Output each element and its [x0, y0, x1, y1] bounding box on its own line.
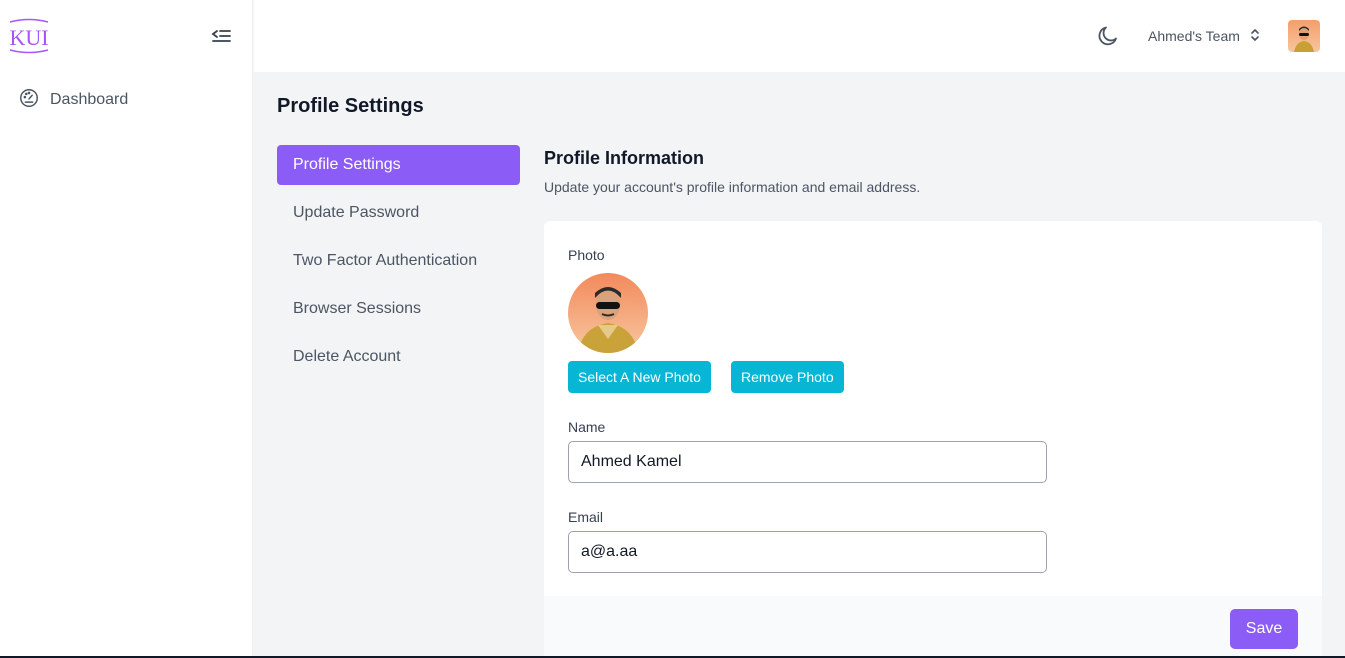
sidebar: KUI Dashboard [0, 0, 253, 658]
dark-mode-toggle-icon[interactable] [1096, 24, 1120, 48]
email-field[interactable] [568, 531, 1047, 573]
top-bar: Ahmed's Team [254, 0, 1345, 72]
collapse-sidebar-icon[interactable] [209, 24, 233, 48]
page-title: Profile Settings [277, 95, 424, 117]
settings-nav-browser-sessions[interactable]: Browser Sessions [277, 289, 520, 329]
settings-nav-update-password[interactable]: Update Password [277, 193, 520, 233]
chevron-up-down-icon [1250, 28, 1260, 45]
card-footer: Save [544, 596, 1322, 658]
settings-nav-delete-account[interactable]: Delete Account [277, 337, 520, 377]
user-avatar[interactable] [1288, 20, 1320, 52]
section-title: Profile Information [544, 148, 705, 168]
settings-nav-profile-settings[interactable]: Profile Settings [277, 145, 520, 185]
sidebar-item-label: Dashboard [50, 91, 129, 108]
select-new-photo-button[interactable]: Select A New Photo [568, 361, 711, 393]
name-label: Name [568, 419, 606, 435]
profile-form-card: Photo Select A New Photo Remove Photo Na… [544, 221, 1322, 658]
gauge-icon [18, 87, 40, 114]
remove-photo-button[interactable]: Remove Photo [731, 361, 844, 393]
team-name: Ahmed's Team [1148, 28, 1240, 44]
profile-photo [568, 273, 648, 353]
name-field[interactable] [568, 441, 1047, 483]
team-switcher[interactable]: Ahmed's Team [1148, 26, 1260, 46]
sidebar-item-dashboard[interactable]: Dashboard [18, 88, 128, 112]
photo-label: Photo [568, 247, 605, 263]
email-label: Email [568, 509, 604, 525]
svg-text:KUI: KUI [9, 25, 48, 50]
section-description: Update your account's profile informatio… [544, 179, 921, 195]
save-button[interactable]: Save [1230, 609, 1298, 649]
app-logo[interactable]: KUI [8, 18, 50, 54]
settings-nav-two-factor-authentication[interactable]: Two Factor Authentication [277, 241, 520, 281]
settings-nav: Profile Settings Update Password Two Fac… [277, 145, 520, 385]
